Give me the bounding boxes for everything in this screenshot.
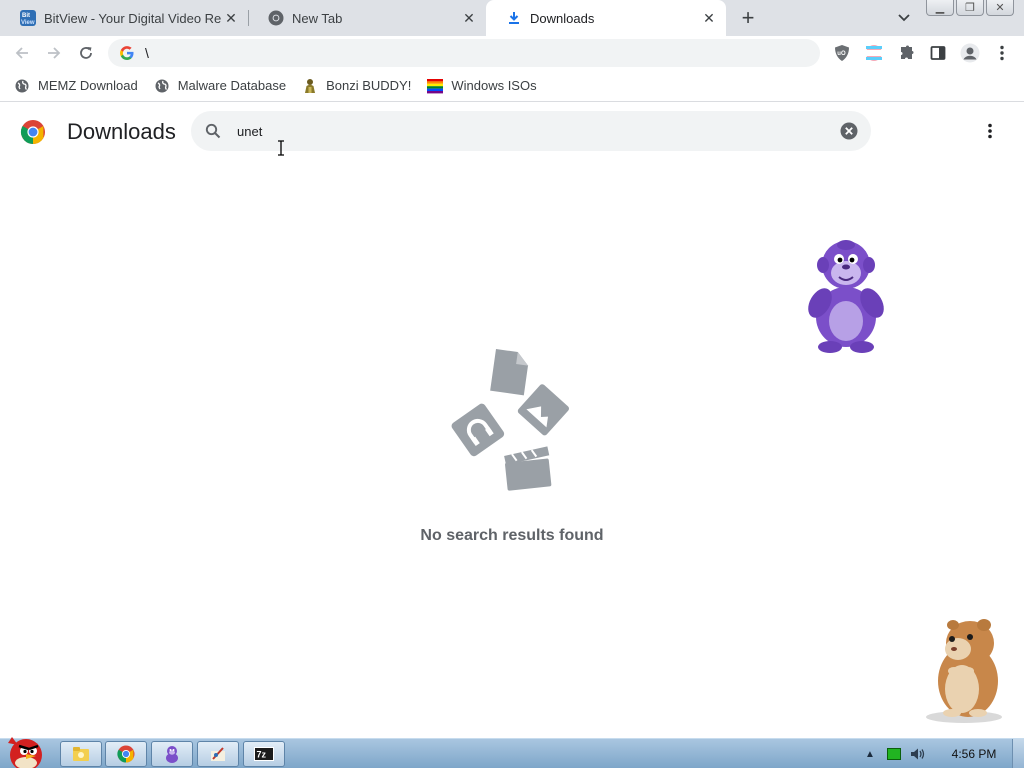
folder-icon — [73, 747, 89, 761]
globe-icon — [154, 78, 170, 94]
chrome-icon — [117, 745, 135, 763]
tab-title: Downloads — [530, 10, 595, 26]
page-title: Downloads — [67, 119, 176, 144]
search-icon — [203, 121, 223, 141]
chrome-icon — [268, 10, 284, 26]
flag-extension-icon[interactable] — [862, 41, 886, 65]
taskbar: 7z ▲ 4:56 PM — [0, 737, 1024, 768]
paint-icon — [211, 747, 225, 761]
taskbar-chrome-button[interactable] — [105, 741, 147, 767]
back-arrow-icon — [15, 47, 28, 59]
reload-button[interactable] — [74, 41, 98, 65]
no-results-message: No search results found — [420, 527, 604, 544]
svg-text:Bit: Bit — [22, 13, 30, 19]
tab-title: New Tab — [292, 10, 343, 26]
taskbar-explorer-button[interactable] — [60, 741, 102, 767]
globe-icon — [14, 78, 30, 94]
bonzi-buddy-character[interactable] — [800, 237, 892, 355]
battery-icon[interactable] — [886, 746, 902, 762]
bonzi-icon — [302, 78, 318, 94]
close-tab-icon[interactable]: ✕ — [460, 9, 478, 27]
text-cursor-icon — [276, 140, 286, 156]
downloads-search-box[interactable] — [191, 111, 871, 151]
clear-search-icon[interactable] — [840, 122, 858, 140]
restore-button[interactable]: ❐ — [956, 0, 984, 16]
close-window-button[interactable]: ✕ — [986, 0, 1014, 16]
7zip-icon: 7z — [254, 747, 274, 761]
chevron-down-icon[interactable] — [894, 8, 914, 28]
more-actions-icon[interactable] — [980, 121, 1000, 141]
angry-bird-start-icon[interactable] — [2, 731, 50, 768]
bitview-icon: Bit View — [20, 10, 36, 26]
image-file-icon — [517, 384, 570, 436]
bookmark-windows-isos[interactable]: Windows ISOs — [427, 72, 537, 100]
reload-icon — [80, 47, 92, 59]
file-doc-icon — [490, 349, 528, 396]
google-icon — [119, 45, 135, 61]
bookmark-label: Malware Database — [177, 78, 287, 93]
taskbar-7zip-button[interactable]: 7z — [243, 741, 285, 767]
chrome-logo-icon — [20, 119, 46, 145]
download-icon — [506, 10, 522, 26]
minimize-button[interactable]: ▁ — [926, 0, 954, 16]
tab-downloads[interactable]: Downloads ✕ — [486, 0, 726, 36]
browser-toolbar: \ uO — [0, 36, 1024, 70]
bookmark-label: Bonzi BUDDY! — [326, 78, 412, 93]
downloads-page: Downloads unet No search results found — [0, 103, 1024, 738]
svg-text:View: View — [21, 20, 35, 26]
rainbow-icon — [427, 78, 444, 94]
show-desktop-button[interactable] — [1012, 739, 1024, 768]
video-clapper-icon — [504, 446, 552, 491]
taskbar-paint-button[interactable] — [197, 741, 239, 767]
back-button[interactable] — [10, 41, 34, 65]
ublock-shield-icon[interactable]: uO — [830, 41, 854, 65]
tab-new-tab[interactable]: New Tab ✕ — [248, 0, 486, 36]
no-results-illustration — [446, 343, 578, 495]
address-text: \ — [145, 45, 149, 61]
forward-arrow-icon — [48, 47, 61, 59]
bookmark-label: Windows ISOs — [451, 78, 537, 93]
forward-button[interactable] — [42, 41, 66, 65]
close-tab-icon[interactable]: ✕ — [700, 9, 718, 27]
bonzi-icon — [166, 746, 178, 763]
bookmarks-bar: MEMZ Download Malware Database Bonzi BUD… — [0, 70, 1024, 102]
svg-text:uO: uO — [837, 51, 846, 57]
volume-icon[interactable] — [910, 746, 926, 762]
bookmark-memz-download[interactable]: MEMZ Download — [14, 72, 138, 100]
taskbar-bonzi-button[interactable] — [151, 741, 193, 767]
tab-title: BitView - Your Digital Video Re — [44, 10, 222, 26]
bookmark-label: MEMZ Download — [38, 78, 138, 93]
profile-avatar-icon[interactable] — [958, 41, 982, 65]
bookmark-malware-database[interactable]: Malware Database — [154, 72, 286, 100]
close-tab-icon[interactable]: ✕ — [222, 9, 240, 27]
tab-strip: Bit View BitView - Your Digital Video Re … — [0, 0, 1024, 36]
puzzle-extensions-icon[interactable] — [894, 41, 918, 65]
audio-file-icon — [451, 403, 505, 457]
svg-text:7z: 7z — [257, 750, 267, 760]
window-controls: ▁ ❐ ✕ — [926, 0, 1014, 16]
bookmark-bonzi-buddy[interactable]: Bonzi BUDDY! — [302, 72, 411, 100]
hamster-character[interactable] — [918, 613, 1010, 725]
browser-menu-icon[interactable] — [990, 41, 1014, 65]
tab-bitview[interactable]: Bit View BitView - Your Digital Video Re … — [0, 0, 248, 36]
search-input[interactable] — [237, 123, 797, 139]
system-tray: ▲ — [862, 739, 934, 768]
side-panel-icon[interactable] — [926, 41, 950, 65]
address-bar[interactable]: \ — [108, 39, 820, 67]
tray-expand-icon[interactable]: ▲ — [862, 746, 878, 762]
new-tab-button[interactable]: + — [736, 5, 760, 30]
taskbar-clock[interactable]: 4:56 PM — [946, 739, 1002, 768]
